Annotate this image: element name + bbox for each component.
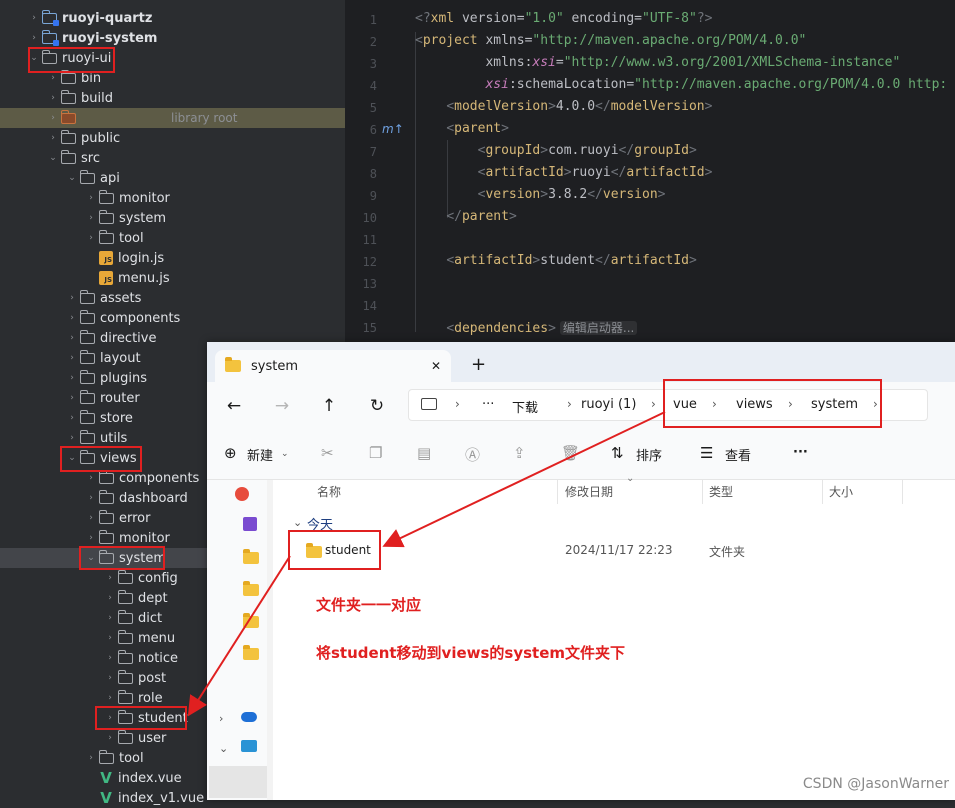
annotation-arrows	[187, 411, 666, 717]
watermark: CSDN @JasonWarner	[802, 776, 949, 792]
arrow-path-to-folder	[382, 411, 666, 548]
arrow-folder-to-tree	[187, 555, 291, 717]
